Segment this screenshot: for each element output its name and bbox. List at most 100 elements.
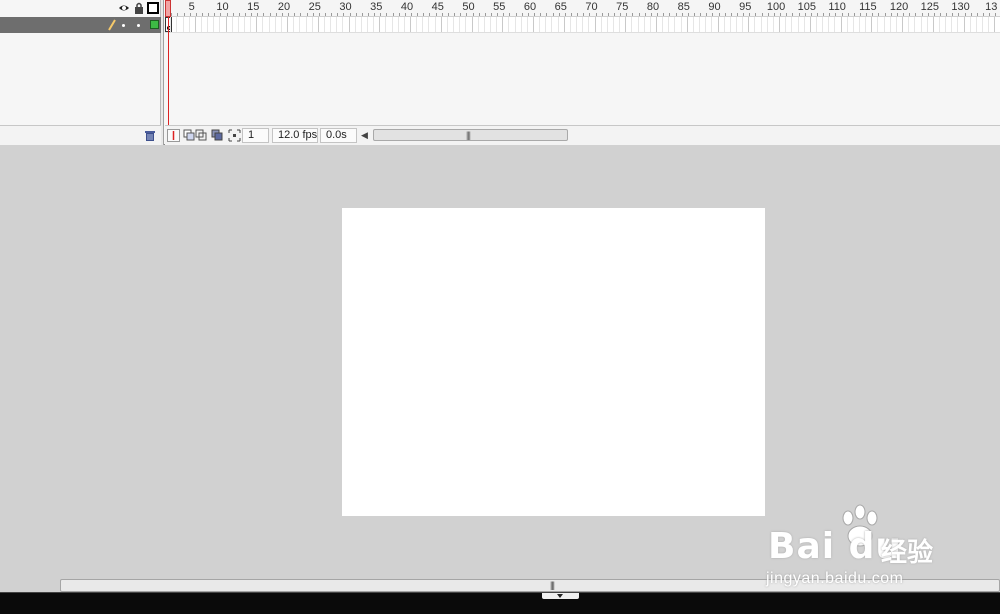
frame-cell [594, 17, 596, 32]
scroll-left-arrow[interactable]: ◀ [361, 129, 368, 141]
ruler-tick [976, 13, 978, 16]
frame-cell [859, 17, 860, 32]
frame-cell [785, 17, 787, 32]
ruler-tick [663, 13, 665, 16]
lock-dot[interactable] [137, 24, 140, 27]
ruler-label: 125 [920, 1, 939, 13]
trash-icon[interactable] [144, 129, 156, 142]
ruler-label: 120 [889, 1, 909, 13]
ruler-tick [878, 13, 880, 16]
frame-cell [182, 17, 184, 32]
frame-cell [299, 17, 301, 32]
ruler-tick [706, 13, 708, 16]
frames-area: 5 10 15 20 25 30 35 40 45 50 55 60 65 70 75 80 85 90 95 100… [165, 0, 1000, 125]
layer-color-swatch[interactable] [150, 20, 159, 29]
frame-cell [797, 17, 799, 32]
frame-cell [557, 17, 559, 32]
ruler-tick [540, 13, 542, 16]
ruler-tick [423, 13, 425, 16]
ruler-tick [614, 13, 615, 16]
frame-cell [932, 17, 934, 32]
ruler-tick [644, 13, 646, 16]
frame-cell [508, 17, 510, 32]
frame-row[interactable] [165, 17, 1000, 33]
frame-cell [545, 17, 547, 32]
frame-cell [674, 17, 676, 32]
frame-cell [883, 17, 885, 32]
ruler-tick [552, 13, 554, 16]
ruler-tick [275, 13, 277, 16]
stage-canvas[interactable] [342, 208, 765, 516]
frame-cell [520, 17, 522, 32]
frame-cell [348, 17, 350, 32]
frame-cell [176, 17, 178, 32]
ruler-tick [570, 13, 572, 16]
ruler-label: 80 [646, 1, 660, 13]
ruler-tick [361, 13, 363, 16]
modify-onion-markers-icon[interactable] [228, 129, 241, 142]
frame-cell [477, 17, 479, 32]
visibility-dot[interactable] [122, 24, 125, 27]
ruler-tick [331, 13, 333, 16]
ruler-tick [491, 13, 492, 16]
frame-cell [367, 17, 368, 32]
frame-cell [729, 17, 731, 32]
frame-cell [612, 17, 614, 32]
lock-icon[interactable] [133, 2, 145, 14]
scrollbar-grip[interactable]: ||| [466, 130, 471, 140]
scrollbar-grip[interactable]: ||| [550, 580, 555, 591]
ruler-tick [368, 13, 369, 16]
onion-skin-outline-icon[interactable] [195, 129, 208, 142]
elapsed-time-field: 0.0s [320, 128, 357, 143]
panel-divider[interactable] [161, 0, 164, 145]
ruler-tick [675, 13, 677, 16]
timeline-scrollbar[interactable]: ||| [373, 129, 568, 141]
frame-cell [293, 17, 295, 32]
frame-cell [779, 17, 780, 32]
frame-cell [969, 17, 971, 32]
frame-cell [772, 17, 774, 32]
frame-cell [938, 17, 940, 32]
ruler-label: 60 [523, 1, 537, 13]
outline-icon[interactable] [147, 2, 159, 14]
ruler-tick [638, 13, 640, 16]
ruler-tick [521, 13, 523, 16]
ruler-tick [214, 13, 216, 16]
frame-cell [760, 17, 762, 32]
properties-panel-bar [0, 592, 1000, 614]
ruler-label: 110 [828, 1, 846, 13]
frame-cell [514, 17, 516, 32]
frame-cell [231, 17, 233, 32]
eye-icon[interactable] [118, 2, 130, 14]
frame-ruler[interactable]: 5 10 15 20 25 30 35 40 45 50 55 60 65 70 75 80 85 90 95 100… [165, 0, 1000, 17]
frame-cell [692, 17, 694, 32]
center-frame-icon[interactable] [167, 129, 180, 142]
current-frame-field: 1 [242, 128, 269, 143]
expand-panel-tab[interactable] [542, 593, 579, 599]
edit-multiple-frames-icon[interactable] [211, 129, 224, 142]
timeline-toolbar: 1 12.0 fps 0.0s ◀ ||| [165, 125, 1000, 145]
ruler-tick [195, 13, 197, 16]
pencil-icon [108, 19, 116, 31]
ruler-tick [700, 13, 702, 16]
ruler-tick [730, 13, 732, 16]
frame-cell [846, 17, 848, 32]
layer-toolbar [0, 125, 161, 145]
ruler-tick [509, 13, 511, 16]
watermark-chinese: 经验 [881, 538, 934, 568]
layer-row[interactable] [0, 17, 161, 33]
ruler-tick [177, 13, 179, 16]
playhead[interactable] [165, 0, 171, 17]
frame-cell [194, 17, 196, 32]
ruler-label: 75 [616, 1, 629, 13]
frame-cell [606, 17, 608, 32]
frame-cell [379, 17, 381, 32]
ruler-tick [294, 13, 296, 16]
frame-cell [360, 17, 362, 32]
frame-cell [957, 17, 959, 32]
frame-rate-field[interactable]: 12.0 fps [272, 128, 318, 143]
frame-cell [489, 17, 491, 32]
frame-cell [225, 17, 227, 32]
ruler-label: 65 [554, 1, 567, 13]
ruler-tick [786, 13, 788, 16]
